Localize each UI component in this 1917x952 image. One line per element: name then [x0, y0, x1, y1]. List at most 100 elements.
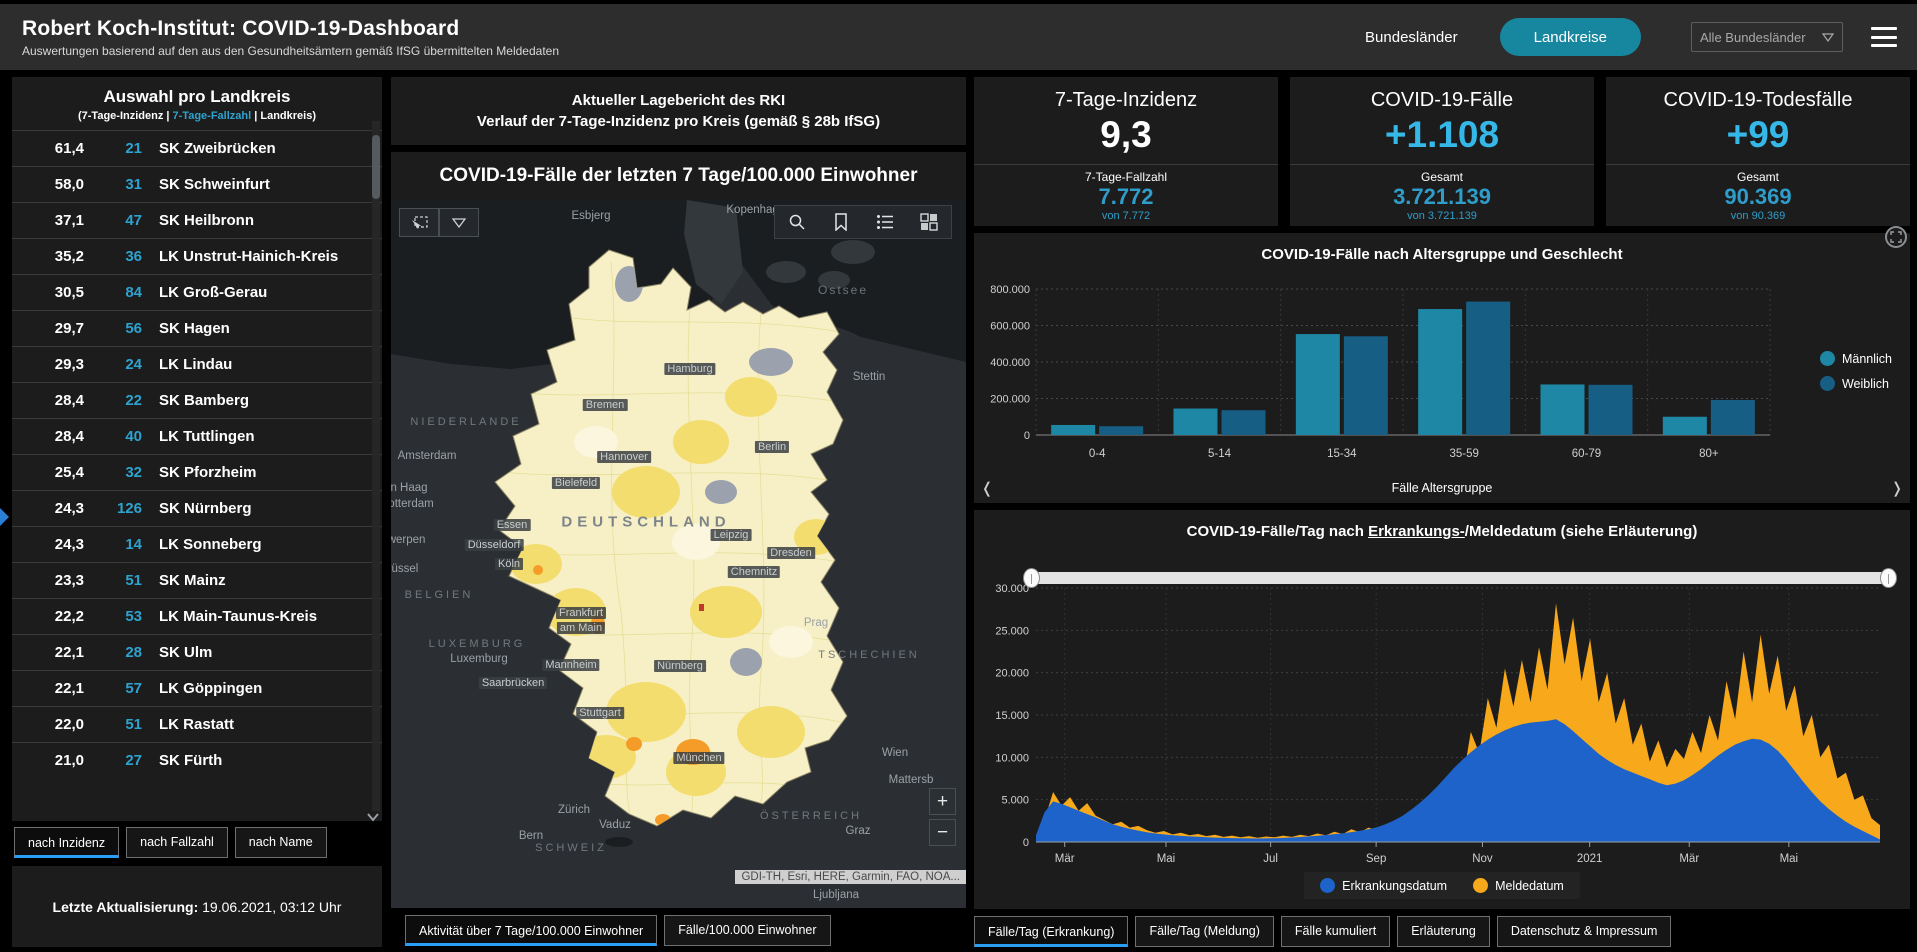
landkreis-name: LK Unstrut-Hainich-Kreis — [159, 248, 338, 265]
case-count: 32 — [84, 464, 142, 481]
bookmark-icon[interactable] — [819, 206, 863, 238]
stat-sub-label: Gesamt — [1737, 170, 1779, 184]
zoom-in-button[interactable]: + — [929, 788, 956, 815]
legend-label: Weiblich — [1842, 377, 1889, 391]
landkreis-row[interactable]: 29,756SK Hagen — [12, 310, 382, 346]
landkreis-row[interactable]: 21,027SK Fürth — [12, 742, 382, 778]
landkreis-row[interactable]: 28,422SK Bamberg — [12, 382, 382, 418]
stat-value: +99 — [1727, 114, 1790, 156]
list-scrollbar-thumb[interactable] — [372, 135, 380, 199]
landkreis-row[interactable]: 22,253LK Main-Taunus-Kreis — [12, 598, 382, 634]
sidebar-tab[interactable]: nach Fallzahl — [126, 827, 228, 858]
map-panel[interactable]: COVID-19-Fälle der letzten 7 Tage/100.00… — [391, 152, 966, 908]
search-icon[interactable] — [775, 206, 819, 238]
divider — [1606, 164, 1910, 165]
landkreis-name: SK Fürth — [159, 752, 222, 769]
dashboard-root: Robert Koch-Institut: COVID-19-Dashboard… — [0, 0, 1917, 952]
bar-maennlich-60-79 — [1541, 384, 1585, 435]
landkreis-name: SK Nürnberg — [159, 500, 252, 517]
landkreis-name: SK Ulm — [159, 644, 212, 661]
svg-text:0: 0 — [1023, 837, 1029, 849]
tool-dropdown-icon[interactable] — [439, 208, 479, 237]
svg-text:Jul: Jul — [1263, 853, 1278, 865]
case-count: 14 — [84, 536, 142, 553]
landkreis-row[interactable]: 22,051LK Rastatt — [12, 706, 382, 742]
stat-title: COVID-19-Fälle — [1371, 89, 1513, 112]
list-scrollbar[interactable] — [372, 121, 380, 811]
landkreis-name: LK Tuttlingen — [159, 428, 255, 445]
bar-weiblich-60-79 — [1589, 385, 1633, 435]
landkreis-row[interactable]: 22,128SK Ulm — [12, 634, 382, 670]
zoom-out-button[interactable]: − — [929, 819, 956, 846]
landkreis-row[interactable]: 25,432SK Pforzheim — [12, 454, 382, 490]
landkreis-name: LK Göppingen — [159, 680, 262, 697]
age-chart-panel: COVID-19-Fälle nach Altersgruppe und Ges… — [974, 233, 1910, 503]
svg-text:25.000: 25.000 — [995, 625, 1029, 637]
landkreise-button[interactable]: Landkreise — [1500, 18, 1641, 56]
incidence-value: 24,3 — [12, 500, 84, 517]
bundeslaender-button[interactable]: Bundesländer — [1365, 29, 1458, 46]
case-count: 24 — [84, 356, 142, 373]
sidebar-tab[interactable]: nach Inzidenz — [14, 827, 119, 858]
case-count: 53 — [84, 608, 142, 625]
landkreis-name: SK Mainz — [159, 572, 226, 589]
panel-expander-arrow[interactable] — [0, 508, 9, 526]
landkreis-row[interactable]: 37,147SK Heilbronn — [12, 202, 382, 238]
svg-text:Mai: Mai — [1780, 853, 1799, 865]
legend-list-icon[interactable] — [863, 206, 907, 238]
prev-page-icon[interactable]: ❬ — [974, 479, 1000, 497]
svg-text:Mär: Mär — [1679, 853, 1699, 865]
basemap-grid-icon[interactable] — [907, 206, 951, 238]
case-count: 57 — [84, 680, 142, 697]
right-tab[interactable]: Fälle/Tag (Meldung) — [1135, 916, 1273, 947]
sidebar-tab[interactable]: nach Name — [235, 827, 327, 858]
divider — [974, 164, 1278, 165]
landkreis-row[interactable]: 28,440LK Tuttlingen — [12, 418, 382, 454]
svg-text:80+: 80+ — [1699, 448, 1719, 460]
landkreis-row[interactable]: 29,324LK Lindau — [12, 346, 382, 382]
map-tab[interactable]: Aktivität über 7 Tage/100.000 Einwohner — [405, 915, 657, 946]
landkreis-row[interactable]: 35,236LK Unstrut-Hainich-Kreis — [12, 238, 382, 274]
svg-text:5.000: 5.000 — [1001, 795, 1029, 807]
stat-value: +1.108 — [1385, 114, 1499, 156]
age-chart-legend: MännlichWeiblich — [1820, 351, 1892, 391]
landkreis-row[interactable]: 24,3126SK Nürnberg — [12, 490, 382, 526]
right-tab[interactable]: Fälle/Tag (Erkrankung) — [974, 916, 1128, 947]
select-tool-icon[interactable] — [399, 208, 439, 237]
landkreis-name: SK Bamberg — [159, 392, 249, 409]
map-title: COVID-19-Fälle der letzten 7 Tage/100.00… — [391, 152, 966, 200]
svg-text:15-34: 15-34 — [1327, 448, 1357, 460]
right-tab[interactable]: Fälle kumuliert — [1281, 916, 1390, 947]
page-title: Robert Koch-Institut: COVID-19-Dashboard — [22, 17, 559, 41]
svg-text:0-4: 0-4 — [1089, 448, 1106, 460]
age-chart-xlabel: Fälle Altersgruppe — [1000, 481, 1884, 495]
svg-text:400.000: 400.000 — [990, 357, 1030, 369]
case-count: 51 — [84, 716, 142, 733]
landkreis-name: LK Main-Taunus-Kreis — [159, 608, 317, 625]
landkreis-row[interactable]: 23,351SK Mainz — [12, 562, 382, 598]
right-tab[interactable]: Datenschutz & Impressum — [1497, 916, 1672, 947]
svg-text:10.000: 10.000 — [995, 752, 1029, 764]
region-select[interactable]: Alle Bundesländer — [1691, 22, 1843, 52]
expand-icon[interactable] — [1885, 226, 1907, 248]
incidence-value: 37,1 — [12, 212, 84, 229]
menu-icon[interactable] — [1871, 27, 1897, 47]
bar-weiblich-35-59 — [1466, 302, 1510, 435]
incidence-value: 61,4 — [12, 140, 84, 157]
landkreis-row[interactable]: 61,421SK Zweibrücken — [12, 130, 382, 166]
scroll-down-icon[interactable] — [366, 812, 380, 822]
landkreis-row[interactable]: 30,584LK Groß-Gerau — [12, 274, 382, 310]
landkreis-row[interactable]: 58,031SK Schweinfurt — [12, 166, 382, 202]
legend-label: Erkrankungsdatum — [1342, 879, 1447, 893]
right-tab[interactable]: Erläuterung — [1397, 916, 1490, 947]
svg-text:Nov: Nov — [1472, 853, 1493, 865]
legend-label: Meldedatum — [1495, 879, 1564, 893]
germany-map[interactable] — [391, 152, 966, 908]
next-page-icon[interactable]: ❭ — [1884, 479, 1910, 497]
landkreis-row[interactable]: 22,157LK Göppingen — [12, 670, 382, 706]
landkreis-row[interactable]: 24,314LK Sonneberg — [12, 526, 382, 562]
stat-card-todesfaelle: COVID-19-Todesfälle +99 Gesamt 90.369 vo… — [1606, 77, 1910, 226]
case-count: 27 — [84, 752, 142, 769]
stat-title: COVID-19-Todesfälle — [1664, 89, 1853, 112]
map-tab[interactable]: Fälle/100.000 Einwohner — [664, 915, 830, 946]
